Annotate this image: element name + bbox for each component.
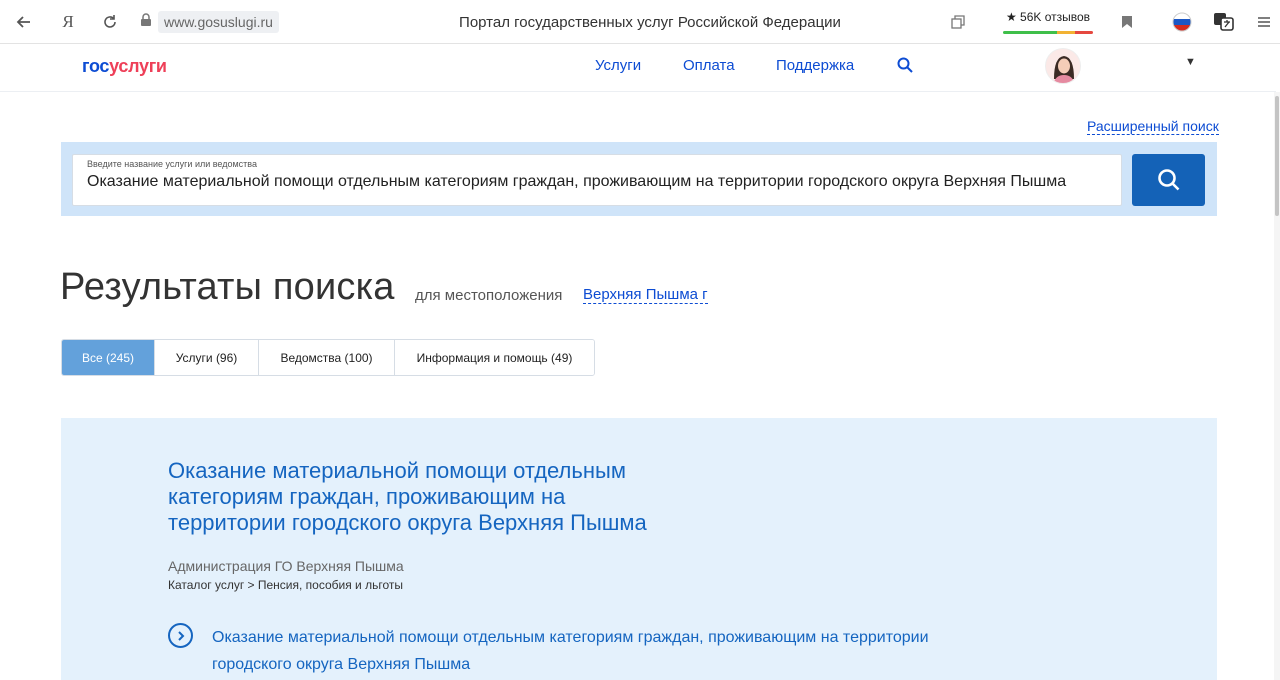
logo-part-gos: гос (82, 56, 110, 76)
result-organization: Администрация ГО Верхняя Пышма (168, 558, 404, 574)
search-field-label: Введите название услуги или ведомства (87, 159, 257, 169)
tab-info-help[interactable]: Информация и помощь (49) (395, 340, 594, 375)
result-title-link[interactable]: Оказание материальной помощи отдельным к… (168, 458, 688, 536)
search-icon[interactable] (896, 56, 914, 74)
reviews-badge[interactable]: ★ 56K отзывов (1003, 10, 1093, 34)
address-bar[interactable]: www.gosuslugi.ru (140, 10, 279, 34)
location-label: для местоположения (415, 287, 563, 304)
search-field-value[interactable]: Оказание материальной помощи отдельным к… (87, 173, 1112, 191)
russia-flag-icon[interactable] (1170, 10, 1194, 34)
search-icon (1157, 169, 1179, 191)
yandex-icon[interactable]: Я (56, 10, 80, 34)
site-header: госуслуги Услуги Оплата Поддержка ▼ (0, 44, 1276, 92)
logo-part-uslugi: услуги (109, 56, 167, 76)
bookmark-icon[interactable] (1115, 10, 1139, 34)
translate-icon[interactable] (1212, 10, 1236, 34)
avatar[interactable] (1045, 48, 1081, 84)
page-scrollbar[interactable] (1274, 92, 1280, 680)
results-tabs: Все (245) Услуги (96) Ведомства (100) Ин… (61, 339, 595, 376)
rating-bar (1003, 31, 1093, 34)
advanced-search-link[interactable]: Расширенный поиск (1087, 118, 1219, 135)
browser-toolbar: Я www.gosuslugi.ru Портал государственны… (0, 0, 1280, 44)
location-link[interactable]: Верхняя Пышма г (583, 286, 708, 304)
search-button[interactable] (1132, 154, 1205, 206)
lock-icon (140, 12, 152, 32)
back-icon[interactable] (12, 10, 36, 34)
search-input[interactable]: Введите название услуги или ведомства Ок… (72, 154, 1122, 206)
page-title: Результаты поиска (60, 266, 395, 308)
chevron-down-icon[interactable]: ▼ (1185, 56, 1196, 68)
browser-page-title: Портал государственных услуг Российской … (459, 14, 841, 31)
tabs-icon[interactable] (946, 10, 970, 34)
nav-support[interactable]: Поддержка (776, 57, 854, 74)
tab-services[interactable]: Услуги (96) (155, 340, 259, 375)
reload-icon[interactable] (98, 10, 122, 34)
reviews-label: ★ 56K отзывов (1005, 10, 1091, 24)
search-panel: Введите название услуги или ведомства Ок… (61, 142, 1217, 216)
nav-services[interactable]: Услуги (595, 57, 641, 74)
nav-payment[interactable]: Оплата (683, 57, 735, 74)
chevron-right-circle-icon[interactable] (168, 623, 193, 648)
gosuslugi-logo[interactable]: госуслуги (82, 56, 167, 77)
tab-departments[interactable]: Ведомства (100) (259, 340, 395, 375)
tab-all[interactable]: Все (245) (62, 340, 155, 375)
menu-icon[interactable] (1252, 10, 1276, 34)
url-text: www.gosuslugi.ru (158, 11, 279, 33)
result-card: Оказание материальной помощи отдельным к… (61, 418, 1217, 680)
service-sub-link[interactable]: Оказание материальной помощи отдельным к… (212, 624, 932, 678)
result-breadcrumb: Каталог услуг > Пенсия, пособия и льготы (168, 578, 403, 592)
scrollbar-thumb[interactable] (1275, 96, 1279, 216)
